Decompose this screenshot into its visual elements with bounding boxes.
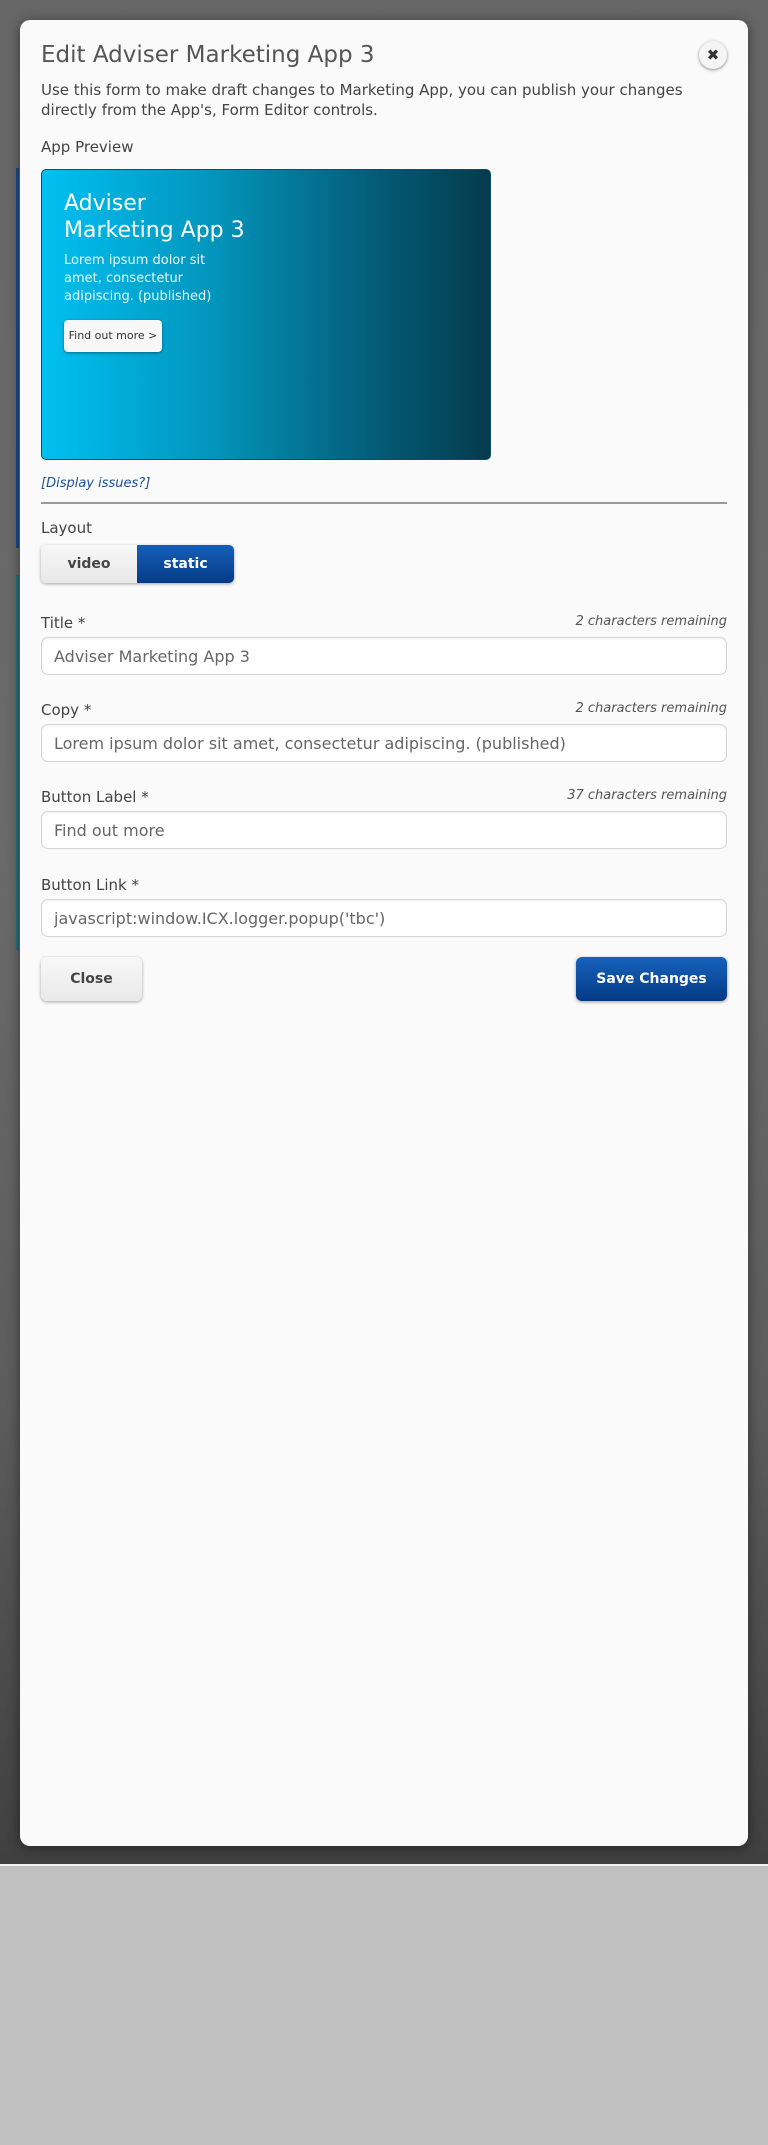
layout-toggle: video static (41, 545, 234, 583)
title-field-label: Title * (41, 614, 86, 632)
page-divider (0, 1864, 768, 1866)
preview-title: Adviser Marketing App 3 (64, 191, 245, 243)
title-input[interactable] (41, 637, 727, 675)
save-changes-button[interactable]: Save Changes (576, 957, 727, 1001)
button-link-input[interactable] (41, 899, 727, 937)
layout-label: Layout (41, 519, 92, 537)
close-icon[interactable]: ✖ (699, 41, 727, 69)
app-preview-label: App Preview (41, 138, 134, 156)
section-divider (41, 502, 727, 504)
close-button[interactable]: Close (41, 957, 142, 1001)
button-label-input[interactable] (41, 811, 727, 849)
layout-option-static[interactable]: static (137, 545, 234, 583)
modal-title: Edit Adviser Marketing App 3 (41, 42, 375, 68)
app-preview-card: Adviser Marketing App 3 Lorem ipsum dolo… (41, 169, 491, 460)
button-link-field-label: Button Link * (41, 876, 139, 894)
edit-app-modal: Edit Adviser Marketing App 3 ✖ Use this … (20, 20, 748, 1846)
background-app-edge (16, 575, 19, 950)
background-app-edge (16, 168, 19, 548)
button-label-field-label: Button Label * (41, 788, 149, 806)
copy-field-label: Copy * (41, 701, 92, 719)
preview-copy: Lorem ipsum dolor sit amet, consectetur … (64, 253, 212, 304)
layout-option-video[interactable]: video (41, 545, 137, 583)
copy-input[interactable] (41, 724, 727, 762)
display-issues-link[interactable]: [Display issues?] (41, 476, 150, 491)
button-label-chars-remaining: 37 characters remaining (567, 788, 727, 803)
title-chars-remaining: 2 characters remaining (575, 614, 728, 629)
preview-find-out-more-button[interactable]: Find out more > (64, 320, 162, 352)
modal-intro-text: Use this form to make draft changes to M… (41, 81, 683, 119)
copy-chars-remaining: 2 characters remaining (575, 701, 728, 716)
